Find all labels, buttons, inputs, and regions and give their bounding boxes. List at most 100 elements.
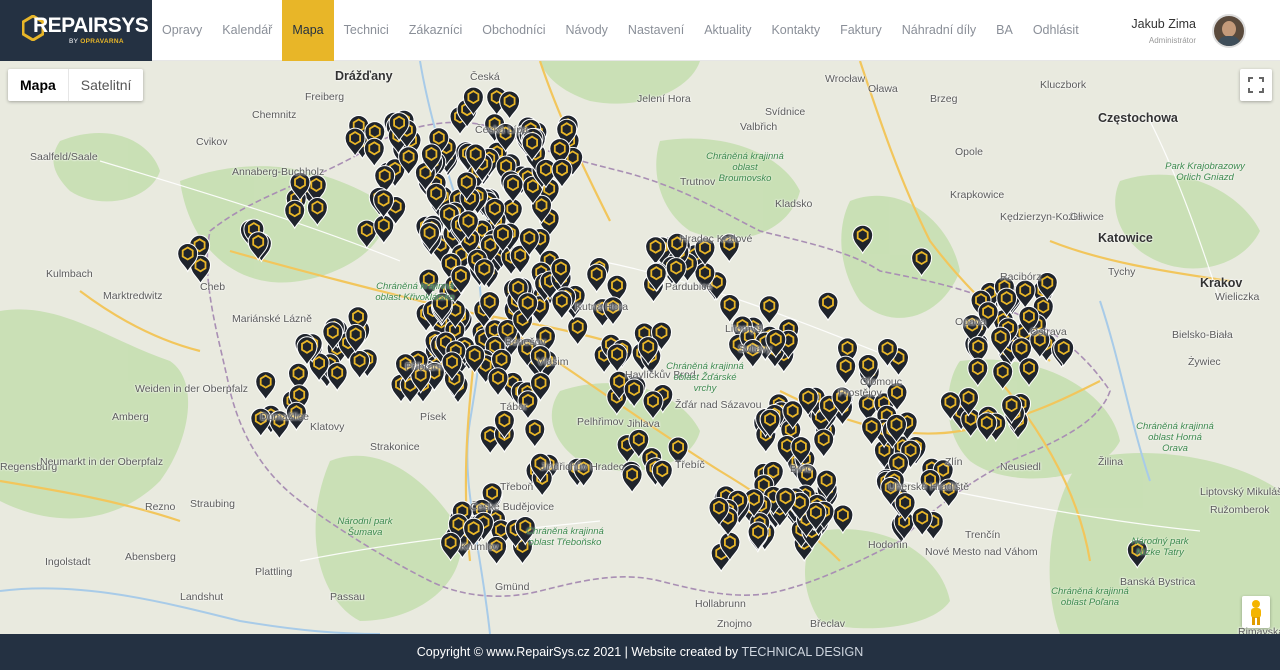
logo[interactable]: REPAIRSYS BY OPRAVARNA <box>0 0 152 61</box>
app-header: REPAIRSYS BY OPRAVARNA Opravy Kalendář Map… <box>0 0 1280 61</box>
protected-area-label: Národný park Nízke Tatry <box>1131 536 1189 558</box>
city-label: Domažlice <box>260 411 310 423</box>
city-label: Hodonín <box>868 539 908 551</box>
nav-item-11[interactable]: Náhradní díly <box>892 0 986 61</box>
repairsys-marker-icon[interactable] <box>832 504 854 535</box>
repairsys-marker-icon[interactable] <box>363 137 385 168</box>
city-label: Litomyšl <box>725 323 764 335</box>
nav-item-13[interactable]: Odhlásit <box>1023 0 1089 61</box>
protected-area-label: Národní park Šumava <box>337 516 393 538</box>
repairsys-marker-icon[interactable] <box>499 90 521 121</box>
city-label: Strakonice <box>370 441 420 453</box>
city-label: Plattling <box>255 566 293 578</box>
nav-item-6[interactable]: Návody <box>556 0 618 61</box>
city-label: Jindřichův Hradec <box>540 461 625 473</box>
city-label: Cvikov <box>196 136 228 148</box>
protected-area-label: Chráněná krajinná oblast Poľana <box>1051 586 1129 608</box>
user-info[interactable]: Jakub Zima Administrátor <box>1131 17 1196 45</box>
nav-item-0[interactable]: Opravy <box>152 0 212 61</box>
city-label: Příbram <box>405 361 443 373</box>
city-label: Freiberg <box>305 91 345 103</box>
city-label: Valbřich <box>740 121 778 133</box>
city-label: Bielsko-Biała <box>1172 329 1233 341</box>
city-label: Žďár nad Sázavou <box>675 399 762 411</box>
avatar[interactable] <box>1212 14 1246 48</box>
city-label: Trenčín <box>965 529 1001 541</box>
city-label: Ružomberok <box>1210 504 1270 516</box>
nav-item-1[interactable]: Kalendář <box>212 0 282 61</box>
street-view-icon[interactable] <box>1242 596 1270 628</box>
user-name: Jakub Zima <box>1131 17 1196 31</box>
repairsys-marker-icon[interactable] <box>326 362 348 392</box>
repairsys-marker-icon[interactable] <box>758 295 780 325</box>
repairsys-marker-icon[interactable] <box>255 371 277 401</box>
city-label: Marktredwitz <box>103 290 163 302</box>
city-label: Neusiedl <box>1000 461 1041 473</box>
city-label: Opole <box>955 146 984 158</box>
city-label: Krapkowice <box>950 189 1005 201</box>
map-type-map[interactable]: Mapa <box>8 69 69 101</box>
nav-item-12[interactable]: BA <box>986 0 1023 61</box>
city-label: Rezno <box>145 501 176 513</box>
city-label: Ingolstadt <box>45 556 91 568</box>
protected-area-label: Chráněná krajinná oblast Broumovsko <box>706 151 784 184</box>
nav-item-8[interactable]: Aktuality <box>694 0 761 61</box>
city-label: Kutná Hora <box>575 301 629 313</box>
protected-area-label: Chráněná krajinná oblast Křivoklátsko <box>375 281 455 303</box>
nav-item-7[interactable]: Nastavení <box>618 0 694 61</box>
repairsys-marker-icon[interactable] <box>621 464 643 494</box>
city-label: Landshut <box>180 591 224 603</box>
city-label: Chemnitz <box>252 109 297 121</box>
repairsys-marker-icon[interactable] <box>487 367 509 397</box>
repairsys-marker-icon[interactable] <box>1053 337 1075 368</box>
city-label: Olomouc <box>860 376 903 388</box>
map-type-satellite[interactable]: Satelitní <box>69 69 144 101</box>
city-label: Kluczbork <box>1040 79 1087 91</box>
city-label: Hradec Králové <box>680 233 753 245</box>
repairsys-marker-icon[interactable] <box>586 263 608 294</box>
nav-item-10[interactable]: Faktury <box>830 0 892 61</box>
repairsys-marker-icon[interactable] <box>813 428 835 459</box>
city-label: Uherské Hradiště <box>888 481 970 493</box>
nav-item-5[interactable]: Obchodníci <box>472 0 555 61</box>
city-label: Kulmbach <box>46 268 93 280</box>
fullscreen-icon[interactable] <box>1240 69 1272 101</box>
city-label: Pelhřimov <box>577 416 624 428</box>
nav-item-3[interactable]: Technici <box>334 0 399 61</box>
repairsys-marker-icon[interactable] <box>861 416 883 447</box>
repairsys-marker-icon[interactable] <box>606 343 628 374</box>
city-label: Weiden in der Oberpfalz <box>135 383 249 395</box>
repairsys-marker-icon[interactable] <box>567 316 589 347</box>
map-base <box>0 61 1280 634</box>
nav-item-4[interactable]: Zákazníci <box>399 0 473 61</box>
city-label: Česká Lípa <box>475 124 529 136</box>
city-label: Opava <box>955 316 986 328</box>
city-label: Brno <box>790 463 813 475</box>
city-label: Vlašim <box>537 356 569 368</box>
footer-brand-link[interactable]: TECHNICAL DESIGN <box>741 645 863 659</box>
city-label: Třeboň <box>500 481 534 493</box>
city-label: Straubing <box>190 498 235 510</box>
repairsys-marker-icon[interactable] <box>817 291 839 322</box>
city-label: Ostrava <box>1030 326 1067 338</box>
city-label: Racibórz <box>1000 271 1042 283</box>
repairsys-marker-icon[interactable] <box>524 418 546 449</box>
city-label: Břeclav <box>810 618 846 630</box>
nav-item-9[interactable]: Kontakty <box>761 0 830 61</box>
city-label: Pardubice <box>665 281 713 293</box>
main-nav: Opravy Kalendář Mapa Technici Zákazníci Obcho… <box>152 0 1089 61</box>
city-label: Mariánské Lázně <box>232 313 312 325</box>
nav-item-2[interactable]: Mapa <box>282 0 334 61</box>
city-label: Drážďany <box>335 69 393 83</box>
map-canvas[interactable]: Mapa Satelitní Drážďany Chemnitz Freiberg C… <box>0 61 1280 634</box>
logo-text: REPAIRSYS <box>33 14 149 37</box>
repairsys-marker-icon[interactable] <box>551 290 573 320</box>
user-role: Administrátor <box>1148 36 1196 45</box>
city-label: Tábor <box>500 401 528 413</box>
repairsys-marker-icon[interactable] <box>502 173 524 204</box>
logo-subtitle: BY OPRAVARNA <box>69 38 124 45</box>
city-label: Svídnice <box>765 106 806 118</box>
protected-area-label: Chráněná krajinná oblast Horná Orava <box>1136 421 1214 454</box>
city-label: České Budějovice <box>470 501 555 513</box>
repairsys-marker-icon[interactable] <box>835 355 857 386</box>
